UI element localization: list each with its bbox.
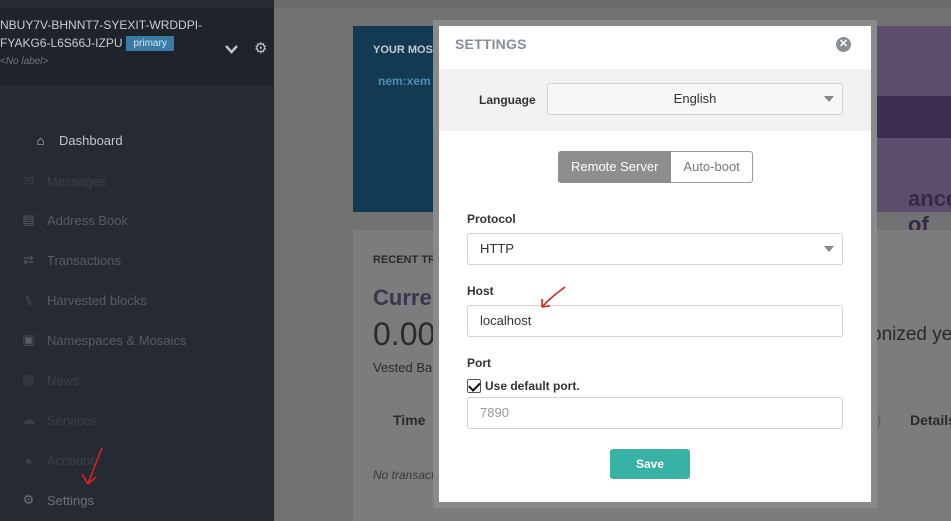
sidebar-item-namespaces-mosaics[interactable]: ▣ Namespaces & Mosaics [20, 330, 186, 350]
sidebar-item-label: Messages [47, 173, 107, 189]
server-mode-toggle: Remote Server Auto-boot [558, 151, 753, 183]
gears-icon: ⚙ [22, 492, 35, 507]
sidebar-item-label: Dashboard [59, 132, 123, 148]
port-label: Port [467, 356, 491, 370]
account-label: <No label> [0, 56, 49, 67]
column-header-details: Details [910, 412, 951, 428]
primary-badge: primary [126, 36, 174, 51]
use-default-port-checkbox[interactable] [467, 379, 481, 393]
top-bar [274, 0, 951, 8]
close-icon[interactable]: ✕ [836, 37, 851, 52]
tab-remote-server[interactable]: Remote Server [558, 151, 672, 183]
sidebar-item-services[interactable]: ☁ Services [20, 410, 97, 430]
sidebar-item-harvested-blocks[interactable]: ⑊ Harvested blocks [20, 290, 147, 310]
settings-modal: SETTINGS ✕ Language English Remote Serve… [433, 20, 877, 508]
protocol-select[interactable]: HTTP [467, 233, 843, 265]
account-address-line2-text: FYAKG6-L6S66J-IZPU [0, 36, 123, 50]
balance-value: 0.00 [373, 316, 436, 352]
protocol-value: HTTP [480, 241, 514, 256]
user-icon: ● [24, 452, 33, 468]
sync-status: onized ye [871, 324, 951, 345]
language-select[interactable]: English [547, 83, 843, 115]
use-default-port-row: Use default port. [467, 379, 580, 393]
tab-auto-boot[interactable]: Auto-boot [671, 151, 753, 183]
sidebar-item-label: Settings [47, 492, 94, 508]
balance-button[interactable] [873, 96, 951, 138]
column-header-time: Time [393, 412, 426, 428]
sidebar-item-dashboard[interactable]: ⌂ Dashboard [32, 130, 123, 150]
sidebar-item-transactions[interactable]: ⇄ Transactions [20, 250, 121, 270]
sidebar-item-settings[interactable]: ⚙ Settings [20, 490, 94, 510]
language-value: English [673, 91, 717, 106]
port-input[interactable]: 7890 [467, 397, 843, 429]
account-address-line1: NBUY7V-BHNNT7-SYEXIT-WRDDPI- [0, 18, 203, 32]
briefcase-icon: ▣ [22, 332, 35, 347]
annotation-arrow-icon [541, 286, 566, 308]
protocol-label: Protocol [467, 212, 516, 226]
language-row: Language English [439, 69, 871, 131]
sidebar-item-label: Services [47, 412, 97, 428]
gear-icon[interactable]: ⚙ [254, 39, 267, 57]
account-address-line2: FYAKG6-L6S66J-IZPU primary [0, 36, 174, 51]
sidebar: NBUY7V-BHNNT7-SYEXIT-WRDDPI- FYAKG6-L6S6… [0, 0, 274, 521]
sidebar-item-label: Transactions [47, 252, 121, 268]
chevron-down-icon[interactable] [225, 41, 238, 57]
modal-title: SETTINGS [455, 36, 527, 52]
mosaic-name[interactable]: nem:xem [378, 74, 431, 88]
save-button[interactable]: Save [610, 449, 690, 479]
sidebar-item-label: Harvested blocks [47, 292, 147, 308]
exchange-icon: ⇄ [23, 252, 34, 267]
sidebar-item-news[interactable]: ▦ News [20, 370, 80, 390]
host-label: Host [467, 284, 494, 298]
sidebar-item-label: Address Book [47, 212, 128, 228]
host-input[interactable]: localhost [467, 305, 843, 337]
settings-dialog: SETTINGS ✕ Language English Remote Serve… [439, 26, 871, 502]
newspaper-icon: ▦ [22, 372, 35, 387]
use-default-port-label: Use default port. [485, 379, 580, 393]
sidebar-item-messages[interactable]: ✉ Messages [20, 171, 106, 191]
envelope-icon: ✉ [23, 173, 34, 188]
cloud-icon: ☁ [22, 412, 35, 427]
annotation-arrow-icon [81, 447, 103, 485]
account-panel: NBUY7V-BHNNT7-SYEXIT-WRDDPI- FYAKG6-L6S6… [0, 8, 274, 85]
caret-down-icon [824, 96, 834, 102]
book-icon: ▤ [22, 212, 35, 227]
language-label: Language [479, 93, 536, 107]
caret-down-icon [824, 246, 834, 252]
home-icon: ⌂ [36, 132, 45, 148]
sidebar-item-label: Namespaces & Mosaics [47, 332, 187, 348]
sidebar-item-address-book[interactable]: ▤ Address Book [20, 210, 128, 230]
cutlery-icon: ⑊ [24, 292, 33, 308]
sidebar-item-label: News [47, 372, 80, 388]
